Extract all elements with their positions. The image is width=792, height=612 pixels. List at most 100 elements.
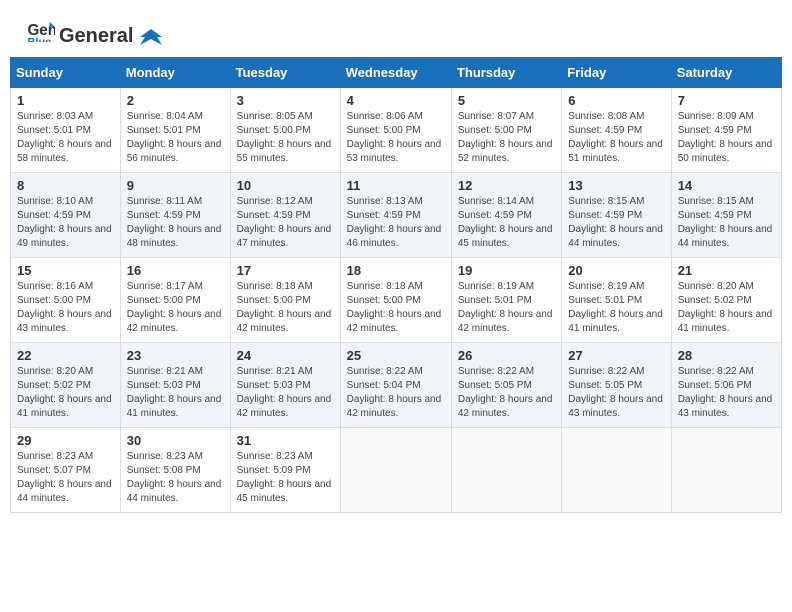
day-number: 2 xyxy=(127,93,224,108)
logo-icon: General Blue xyxy=(25,20,55,47)
day-info: Sunrise: 8:23 AMSunset: 5:09 PMDaylight:… xyxy=(237,450,334,506)
calendar-cell: 10Sunrise: 8:12 AMSunset: 4:59 PMDayligh… xyxy=(230,173,340,258)
day-number: 24 xyxy=(237,348,334,363)
day-number: 28 xyxy=(678,348,775,363)
day-info: Sunrise: 8:22 AMSunset: 5:04 PMDaylight:… xyxy=(347,365,445,421)
weekday-header-thursday: Thursday xyxy=(451,58,561,88)
day-info: Sunrise: 8:10 AMSunset: 4:59 PMDaylight:… xyxy=(17,195,114,251)
day-number: 4 xyxy=(347,93,445,108)
calendar-cell: 25 Sunrise: 8:22 AMSunset: 5:04 PMDayligh… xyxy=(340,343,451,428)
day-number: 31 xyxy=(237,433,334,448)
day-info: Sunrise: 8:19 AMSunset: 5:01 PMDaylight:… xyxy=(568,280,664,336)
calendar-week-row: 22 Sunrise: 8:20 AMSunset: 5:02 PMDayligh… xyxy=(11,343,782,428)
calendar-cell: 12 Sunrise: 8:14 AMSunset: 4:59 PMDayligh… xyxy=(451,173,561,258)
day-info: Sunrise: 8:08 AMSunset: 4:59 PMDaylight:… xyxy=(568,110,664,166)
day-number: 19 xyxy=(458,263,555,278)
calendar-cell: 18Sunrise: 8:18 AMSunset: 5:00 PMDayligh… xyxy=(340,258,451,343)
calendar-cell: 22 Sunrise: 8:20 AMSunset: 5:02 PMDayligh… xyxy=(11,343,121,428)
calendar-cell: 30 Sunrise: 8:23 AMSunset: 5:08 PMDayligh… xyxy=(120,428,230,513)
calendar-cell xyxy=(562,428,671,513)
day-info: Sunrise: 8:13 AMSunset: 4:59 PMDaylight:… xyxy=(347,195,445,251)
day-info: Sunrise: 8:20 AMSunset: 5:02 PMDaylight:… xyxy=(678,280,775,336)
day-info: Sunrise: 8:15 AMSunset: 4:59 PMDaylight:… xyxy=(678,195,775,251)
calendar-cell: 11 Sunrise: 8:13 AMSunset: 4:59 PMDayligh… xyxy=(340,173,451,258)
calendar-week-row: 15Sunrise: 8:16 AMSunset: 5:00 PMDayligh… xyxy=(11,258,782,343)
day-number: 10 xyxy=(237,178,334,193)
calendar-cell: 24 Sunrise: 8:21 AMSunset: 5:03 PMDayligh… xyxy=(230,343,340,428)
day-number: 30 xyxy=(127,433,224,448)
calendar-cell: 27 Sunrise: 8:22 AMSunset: 5:05 PMDayligh… xyxy=(562,343,671,428)
day-number: 26 xyxy=(458,348,555,363)
calendar-cell: 3Sunrise: 8:05 AMSunset: 5:00 PMDaylight… xyxy=(230,88,340,173)
calendar-week-row: 1Sunrise: 8:03 AMSunset: 5:01 PMDaylight… xyxy=(11,88,782,173)
day-info: Sunrise: 8:15 AMSunset: 4:59 PMDaylight:… xyxy=(568,195,664,251)
day-info: Sunrise: 8:22 AMSunset: 5:06 PMDaylight:… xyxy=(678,365,775,421)
calendar-cell: 5Sunrise: 8:07 AMSunset: 5:00 PMDaylight… xyxy=(451,88,561,173)
day-number: 20 xyxy=(568,263,664,278)
svg-text:Blue: Blue xyxy=(27,36,51,42)
page-header: General Blue General xyxy=(10,10,782,52)
day-number: 25 xyxy=(347,348,445,363)
day-info: Sunrise: 8:18 AMSunset: 5:00 PMDaylight:… xyxy=(237,280,334,336)
day-number: 16 xyxy=(127,263,224,278)
day-info: Sunrise: 8:22 AMSunset: 5:05 PMDaylight:… xyxy=(458,365,555,421)
day-info: Sunrise: 8:19 AMSunset: 5:01 PMDaylight:… xyxy=(458,280,555,336)
weekday-header-sunday: Sunday xyxy=(11,58,121,88)
day-number: 13 xyxy=(568,178,664,193)
day-info: Sunrise: 8:16 AMSunset: 5:00 PMDaylight:… xyxy=(17,280,114,336)
calendar-cell: 28 Sunrise: 8:22 AMSunset: 5:06 PMDayligh… xyxy=(671,343,781,428)
logo-bird-icon xyxy=(140,27,162,45)
calendar-week-row: 8 Sunrise: 8:10 AMSunset: 4:59 PMDaylight… xyxy=(11,173,782,258)
calendar-cell: 16 Sunrise: 8:17 AMSunset: 5:00 PMDayligh… xyxy=(120,258,230,343)
calendar-cell: 21Sunrise: 8:20 AMSunset: 5:02 PMDayligh… xyxy=(671,258,781,343)
day-info: Sunrise: 8:17 AMSunset: 5:00 PMDaylight:… xyxy=(127,280,224,336)
calendar-cell: 26 Sunrise: 8:22 AMSunset: 5:05 PMDayligh… xyxy=(451,343,561,428)
day-number: 8 xyxy=(17,178,114,193)
day-info: Sunrise: 8:20 AMSunset: 5:02 PMDaylight:… xyxy=(17,365,114,421)
calendar-cell: 14 Sunrise: 8:15 AMSunset: 4:59 PMDayligh… xyxy=(671,173,781,258)
calendar-cell: 7Sunrise: 8:09 AMSunset: 4:59 PMDaylight… xyxy=(671,88,781,173)
calendar-table: SundayMondayTuesdayWednesdayThursdayFrid… xyxy=(10,57,782,513)
day-number: 6 xyxy=(568,93,664,108)
weekday-header-friday: Friday xyxy=(562,58,671,88)
day-info: Sunrise: 8:11 AMSunset: 4:59 PMDaylight:… xyxy=(127,195,224,251)
calendar-cell: 20 Sunrise: 8:19 AMSunset: 5:01 PMDayligh… xyxy=(562,258,671,343)
calendar-cell: 15Sunrise: 8:16 AMSunset: 5:00 PMDayligh… xyxy=(11,258,121,343)
day-info: Sunrise: 8:23 AMSunset: 5:07 PMDaylight:… xyxy=(17,450,114,506)
calendar-week-row: 29 Sunrise: 8:23 AMSunset: 5:07 PMDayligh… xyxy=(11,428,782,513)
logo: General Blue General xyxy=(25,20,162,47)
weekday-header-wednesday: Wednesday xyxy=(340,58,451,88)
day-info: Sunrise: 8:05 AMSunset: 5:00 PMDaylight:… xyxy=(237,110,334,166)
calendar-cell xyxy=(451,428,561,513)
calendar-body: 1Sunrise: 8:03 AMSunset: 5:01 PMDaylight… xyxy=(11,88,782,513)
calendar-header-row: SundayMondayTuesdayWednesdayThursdayFrid… xyxy=(11,58,782,88)
day-number: 11 xyxy=(347,178,445,193)
day-number: 18 xyxy=(347,263,445,278)
day-number: 12 xyxy=(458,178,555,193)
day-info: Sunrise: 8:23 AMSunset: 5:08 PMDaylight:… xyxy=(127,450,224,506)
day-info: Sunrise: 8:14 AMSunset: 4:59 PMDaylight:… xyxy=(458,195,555,251)
calendar-cell xyxy=(340,428,451,513)
weekday-header-tuesday: Tuesday xyxy=(230,58,340,88)
calendar-cell: 8 Sunrise: 8:10 AMSunset: 4:59 PMDaylight… xyxy=(11,173,121,258)
day-number: 22 xyxy=(17,348,114,363)
calendar-cell: 2Sunrise: 8:04 AMSunset: 5:01 PMDaylight… xyxy=(120,88,230,173)
day-number: 5 xyxy=(458,93,555,108)
calendar-cell: 31 Sunrise: 8:23 AMSunset: 5:09 PMDayligh… xyxy=(230,428,340,513)
calendar-cell: 9 Sunrise: 8:11 AMSunset: 4:59 PMDaylight… xyxy=(120,173,230,258)
day-info: Sunrise: 8:22 AMSunset: 5:05 PMDaylight:… xyxy=(568,365,664,421)
calendar-cell: 6 Sunrise: 8:08 AMSunset: 4:59 PMDaylight… xyxy=(562,88,671,173)
day-number: 23 xyxy=(127,348,224,363)
calendar-cell: 1Sunrise: 8:03 AMSunset: 5:01 PMDaylight… xyxy=(11,88,121,173)
calendar-cell: 23Sunrise: 8:21 AMSunset: 5:03 PMDayligh… xyxy=(120,343,230,428)
day-number: 14 xyxy=(678,178,775,193)
day-info: Sunrise: 8:21 AMSunset: 5:03 PMDaylight:… xyxy=(237,365,334,421)
day-info: Sunrise: 8:09 AMSunset: 4:59 PMDaylight:… xyxy=(678,110,775,166)
day-number: 29 xyxy=(17,433,114,448)
day-number: 1 xyxy=(17,93,114,108)
calendar-cell: 19 Sunrise: 8:19 AMSunset: 5:01 PMDayligh… xyxy=(451,258,561,343)
day-number: 27 xyxy=(568,348,664,363)
logo-general-text: General xyxy=(59,24,162,48)
day-number: 9 xyxy=(127,178,224,193)
day-number: 17 xyxy=(237,263,334,278)
